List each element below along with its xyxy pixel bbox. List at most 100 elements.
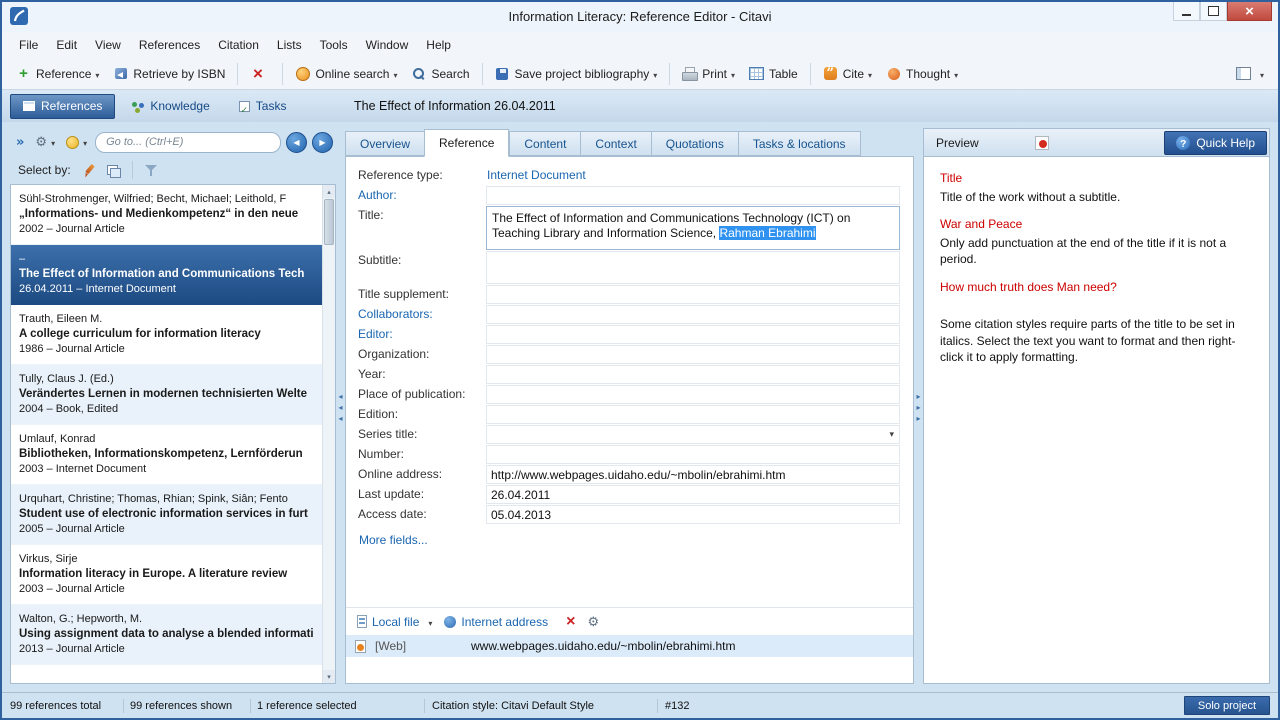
filter-button[interactable] [142,162,161,179]
retrieve-by-isbn-button[interactable]: Retrieve by ISBN [106,61,232,86]
online-search-button[interactable]: Online search [288,61,404,86]
minimize-button[interactable] [1173,2,1200,21]
more-fields-link[interactable]: More fields... [359,533,900,547]
menu-item-tools[interactable]: Tools [311,34,357,56]
reference-list-item[interactable]: Trauth, Eileen M. A college curriculum fo… [11,305,322,365]
attachment-row[interactable]: [Web] www.webpages.uidaho.edu/~mbolin/eb… [346,635,913,657]
forward-button[interactable] [312,131,333,153]
attachment-settings-button[interactable] [587,613,599,631]
field-input-author[interactable] [486,186,900,205]
field-input-online-address[interactable]: http://www.webpages.uidaho.edu/~mbolin/e… [486,465,900,484]
delete-reference-button[interactable] [243,61,277,86]
field-input-last-update[interactable]: 26.04.2011 [486,485,900,504]
new-reference-button[interactable]: Reference [9,61,106,86]
menu-item-file[interactable]: File [10,34,47,56]
field-input-access-date[interactable]: 05.04.2013 [486,505,900,524]
editor-bottom-spacer [346,657,913,683]
title-input[interactable]: The Effect of Information and Communicat… [486,206,900,250]
scrollbar-thumb[interactable] [324,199,334,245]
menu-item-citation[interactable]: Citation [209,34,268,56]
main-toolbar: ReferenceRetrieve by ISBN Online searchSe… [2,58,1278,90]
reference-list-item[interactable]: Umlauf, Konrad Bibliotheken, Informations… [11,425,322,485]
delete-attachment-button[interactable] [566,613,575,631]
field-input-number[interactable] [486,445,900,464]
field-input-year[interactable] [486,365,900,384]
editor-tab-quotations[interactable]: Quotations [650,131,738,156]
field-input-title-supplement[interactable] [486,285,900,304]
toolbar-separator [809,62,811,85]
preview-header: Preview Quick Help [923,128,1270,156]
back-button[interactable] [286,131,307,153]
editor-tab-tasks-locations[interactable]: Tasks & locations [737,131,861,156]
reference-list-item[interactable]: Virkus, Sirje Information literacy in Eur… [11,545,322,605]
menu-item-references[interactable]: References [130,34,209,56]
print-button[interactable]: Print [675,61,742,86]
reference-list-item[interactable]: Tully, Claus J. (Ed.) Verändertes Lernen … [11,365,322,425]
reference-list-item[interactable]: Sühl-Strohmenger, Wilfried; Becht, Micha… [11,185,322,245]
layout-panes-button[interactable] [1229,61,1271,86]
gear-icon [35,133,47,151]
field-row-title: Title: The Effect of Information and Comm… [358,206,900,250]
quick-select-button[interactable] [63,131,90,153]
editor-tab-content[interactable]: Content [509,131,581,156]
field-input-editor[interactable] [486,325,900,344]
field-label-collaborators[interactable]: Collaborators: [358,305,486,324]
select-by-category-button[interactable] [104,162,123,179]
save-project-bibliography-button[interactable]: Save project bibliography [488,61,665,86]
menu-item-edit[interactable]: Edit [47,34,86,56]
editor-tab-overview[interactable]: Overview [345,131,425,156]
editor-tab-reference[interactable]: Reference [424,129,510,157]
menu-item-view[interactable]: View [86,34,130,56]
menu-item-help[interactable]: Help [417,34,460,56]
reference-type-link[interactable]: Internet Document [486,166,900,185]
reference-list-item[interactable]: Walton, G.; Hepworth, M. Using assignment… [11,605,322,665]
local-file-button[interactable]: Local file [357,615,432,629]
solo-project-badge[interactable]: Solo project [1183,696,1270,715]
maximize-button[interactable] [1200,2,1227,21]
attachment-url: www.webpages.uidaho.edu/~mbolin/ebrahimi… [471,639,736,653]
field-row-editor: Editor: [358,325,900,344]
field-label-author[interactable]: Author: [358,186,486,205]
menu-item-lists[interactable]: Lists [268,34,311,56]
editor-tab-context[interactable]: Context [580,131,651,156]
internet-address-button[interactable]: Internet address [444,615,548,629]
field-input-place-of-publication[interactable] [486,385,900,404]
table-button[interactable]: Table [742,61,805,86]
tab-tasks[interactable]: Tasks [226,94,300,119]
field-input-organization[interactable] [486,345,900,364]
toolbar-separator [481,62,483,85]
scroll-up-button[interactable] [323,185,335,198]
pdf-preview-icon[interactable] [1034,135,1049,150]
thought-button[interactable]: Thought [879,61,965,86]
search-button[interactable]: Search [405,61,477,86]
close-button[interactable] [1227,2,1272,21]
window-controls [1173,2,1272,21]
field-label-editor[interactable]: Editor: [358,325,486,344]
chevron-down-icon [653,67,657,81]
right-splitter[interactable] [914,128,923,684]
goto-input[interactable] [95,131,281,153]
list-settings-button[interactable] [32,131,58,153]
quick-help-button[interactable]: Quick Help [1164,130,1267,155]
scroll-down-button[interactable] [323,670,335,683]
field-row-organization: Organization: [358,345,900,364]
left-splitter[interactable] [336,128,345,684]
title-bar[interactable]: Information Literacy: Reference Editor -… [2,2,1278,32]
web-page-icon [355,639,366,653]
field-label-series-title: Series title: [358,427,418,441]
menu-item-window[interactable]: Window [357,34,418,56]
expand-panel-button[interactable] [13,131,27,153]
select-by-label-button[interactable] [80,162,99,179]
tab-knowledge[interactable]: Knowledge [118,94,222,119]
tab-references[interactable]: References [10,93,116,119]
help-paragraph: Some citation styles require parts of th… [940,317,1236,365]
printer-icon [682,66,699,81]
field-input-collaborators[interactable] [486,305,900,324]
reference-list-item[interactable]: Urquhart, Christine; Thomas, Rhian; Spin… [11,485,322,545]
field-input-edition[interactable] [486,405,900,424]
reference-list-item[interactable]: – The Effect of Information and Communica… [11,245,322,305]
cite-button[interactable]: Cite [816,61,879,86]
list-scrollbar[interactable] [322,185,335,683]
field-input-subtitle[interactable] [486,251,900,284]
field-input-series-title[interactable] [486,425,900,444]
